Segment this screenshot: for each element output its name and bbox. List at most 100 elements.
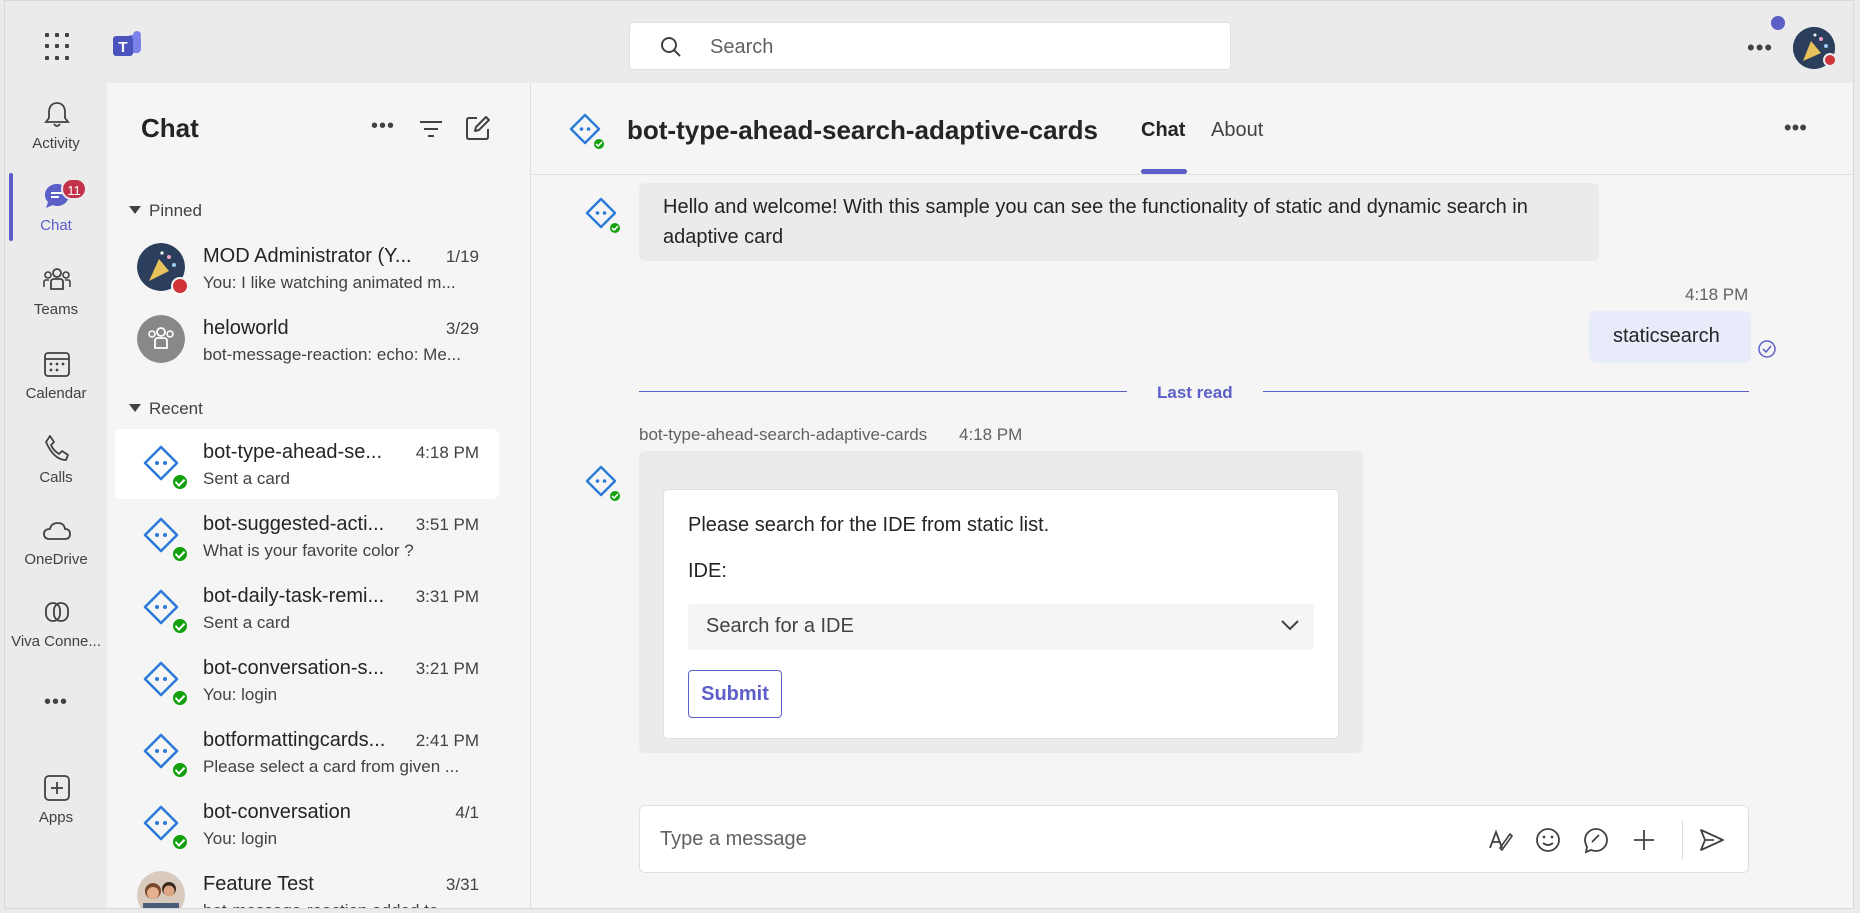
- recent-section-header[interactable]: Recent: [129, 399, 203, 419]
- pinned-section-header[interactable]: Pinned: [129, 201, 202, 221]
- teams-people-icon: [43, 268, 71, 290]
- chat-list-pane: Chat ••• Pinned MOD Administrator (Y... …: [107, 83, 531, 908]
- chat-row-feature-test[interactable]: Feature Test 3/31 bot-message-reaction a…: [115, 861, 499, 908]
- tab-about[interactable]: About: [1211, 119, 1263, 142]
- sent-message-time: 4:18 PM: [1685, 285, 1749, 304]
- loop-component-icon[interactable]: [1582, 826, 1610, 854]
- section-label: Pinned: [149, 201, 202, 220]
- teams-logo-icon: T: [113, 31, 141, 56]
- chat-time: 3:51 PM: [415, 515, 479, 534]
- calendar-icon: [44, 352, 70, 377]
- message-composer[interactable]: Type a message: [639, 805, 1749, 873]
- teams-window: T Search ••• Activity 11 Chat Teams Cale…: [4, 0, 1854, 909]
- profile-status-busy: [1823, 53, 1837, 67]
- chat-time: 4/1: [455, 803, 479, 822]
- rail-label: Calendar: [25, 385, 87, 402]
- app-launcher-icon[interactable]: [45, 33, 73, 61]
- ide-search-dropdown[interactable]: Search for a IDE: [688, 604, 1314, 650]
- svg-text:T: T: [118, 39, 127, 56]
- search-placeholder: Search: [710, 36, 774, 58]
- chat-name: bot-daily-task-remi...: [203, 585, 385, 607]
- chat-time: 3/31: [445, 875, 479, 894]
- viva-connections-icon: [45, 602, 69, 622]
- bot-message-time: 4:18 PM: [959, 425, 1023, 444]
- plus-icon[interactable]: [1630, 826, 1658, 854]
- rail-label: Viva Conne...: [11, 633, 101, 650]
- rail-more-apps[interactable]: •••: [5, 691, 107, 721]
- chat-preview: bot-message-reaction: echo: Me...: [203, 345, 461, 364]
- status-available: [171, 617, 189, 635]
- bell-icon: [44, 102, 70, 127]
- section-label: Recent: [149, 399, 203, 418]
- adaptive-card: Please search for the IDE from static li…: [663, 489, 1339, 739]
- rail-label: Apps: [38, 809, 74, 826]
- top-bar: T Search •••: [5, 1, 1853, 83]
- conversation-header: bot-type-ahead-search-adaptive-cards Cha…: [531, 83, 1853, 175]
- rail-item-viva-connections[interactable]: Viva Conne...: [5, 593, 107, 663]
- search-icon: [661, 37, 681, 57]
- chat-preview: bot-message-reaction added to...: [203, 901, 493, 908]
- more-options-icon[interactable]: •••: [1747, 35, 1773, 61]
- rail-label: Chat: [40, 217, 72, 234]
- rail-item-teams[interactable]: Teams: [5, 261, 107, 331]
- search-input[interactable]: Search: [629, 22, 1231, 70]
- card-field-label: IDE:: [688, 560, 727, 582]
- caret-down-icon: [129, 206, 141, 214]
- conversation-pane: bot-type-ahead-search-adaptive-cards Cha…: [531, 83, 1853, 908]
- chat-row-bot-conversation[interactable]: bot-conversation 4/1 You: login: [115, 789, 499, 859]
- chat-row-bot-daily-task[interactable]: bot-daily-task-remi... 3:31 PM Sent a ca…: [115, 573, 499, 643]
- group-photo-avatar: [137, 871, 185, 908]
- last-read-divider-right: [1263, 391, 1749, 392]
- rail-label: Calls: [39, 469, 73, 486]
- format-icon[interactable]: [1486, 826, 1514, 854]
- chat-preview: Sent a card: [203, 469, 290, 488]
- chat-preview: Please select a card from given ...: [203, 757, 460, 776]
- chat-name: bot-suggested-acti...: [203, 513, 385, 535]
- conversation-more-icon[interactable]: •••: [1784, 115, 1807, 141]
- rail-item-calls[interactable]: Calls: [5, 429, 107, 499]
- chat-list-more-icon[interactable]: •••: [371, 115, 395, 138]
- send-icon[interactable]: [1698, 826, 1726, 854]
- rail-item-calendar[interactable]: Calendar: [5, 345, 107, 415]
- chat-list-title: Chat: [141, 113, 199, 143]
- chat-row-bot-type-ahead[interactable]: bot-type-ahead-se... 4:18 PM Sent a card: [115, 429, 499, 499]
- rail-label: Activity: [32, 135, 80, 152]
- submit-button[interactable]: Submit: [688, 670, 782, 718]
- chat-row-botformattingcards[interactable]: botformattingcards... 2:41 PM Please sel…: [115, 717, 499, 787]
- read-receipt-icon: [1758, 340, 1776, 358]
- adaptive-card-message: Please search for the IDE from static li…: [639, 451, 1363, 753]
- message-welcome: Hello and welcome! With this sample you …: [639, 183, 1599, 261]
- dropdown-placeholder: Search for a IDE: [706, 615, 854, 637]
- message-sent: staticsearch: [1589, 311, 1751, 363]
- chat-name: heloworld: [203, 317, 289, 339]
- tab-chat[interactable]: Chat: [1141, 119, 1185, 142]
- chat-name: bot-conversation-s...: [203, 657, 385, 679]
- bot-avatar-icon: [585, 465, 622, 503]
- chat-time: 3:21 PM: [415, 659, 479, 678]
- last-read-label: Last read: [1157, 383, 1233, 402]
- emoji-icon[interactable]: [1534, 826, 1562, 854]
- rail-label: OneDrive: [24, 551, 88, 568]
- composer-placeholder: Type a message: [660, 828, 807, 850]
- rail-item-chat[interactable]: 11 Chat: [5, 177, 107, 247]
- chat-row-heloworld[interactable]: heloworld 3/29 bot-message-reaction: ech…: [115, 305, 499, 375]
- chat-row-bot-conversation-s[interactable]: bot-conversation-s... 3:21 PM You: login: [115, 645, 499, 715]
- status-busy: [171, 277, 189, 295]
- chat-name: botformattingcards...: [203, 729, 386, 751]
- cloud-icon: [43, 522, 71, 540]
- chevron-down-icon: [1281, 620, 1299, 631]
- rail-item-onedrive[interactable]: OneDrive: [5, 511, 107, 581]
- bot-icon: [569, 113, 606, 151]
- rail-item-apps[interactable]: Apps: [5, 769, 107, 839]
- bot-avatar-icon: [585, 197, 622, 235]
- chat-time: 3/29: [445, 319, 479, 338]
- rail-label: Teams: [33, 301, 79, 318]
- phone-icon: [45, 435, 69, 461]
- chat-row-bot-suggested-actions[interactable]: bot-suggested-acti... 3:51 PM What is yo…: [115, 501, 499, 571]
- rail-item-activity[interactable]: Activity: [5, 95, 107, 165]
- new-chat-icon[interactable]: [465, 115, 491, 141]
- chat-row-mod-administrator[interactable]: MOD Administrator (Y... 1/19 You: I like…: [115, 233, 499, 303]
- filter-icon[interactable]: [419, 119, 443, 139]
- chat-time: 2:41 PM: [415, 731, 479, 750]
- caret-down-icon: [129, 404, 141, 412]
